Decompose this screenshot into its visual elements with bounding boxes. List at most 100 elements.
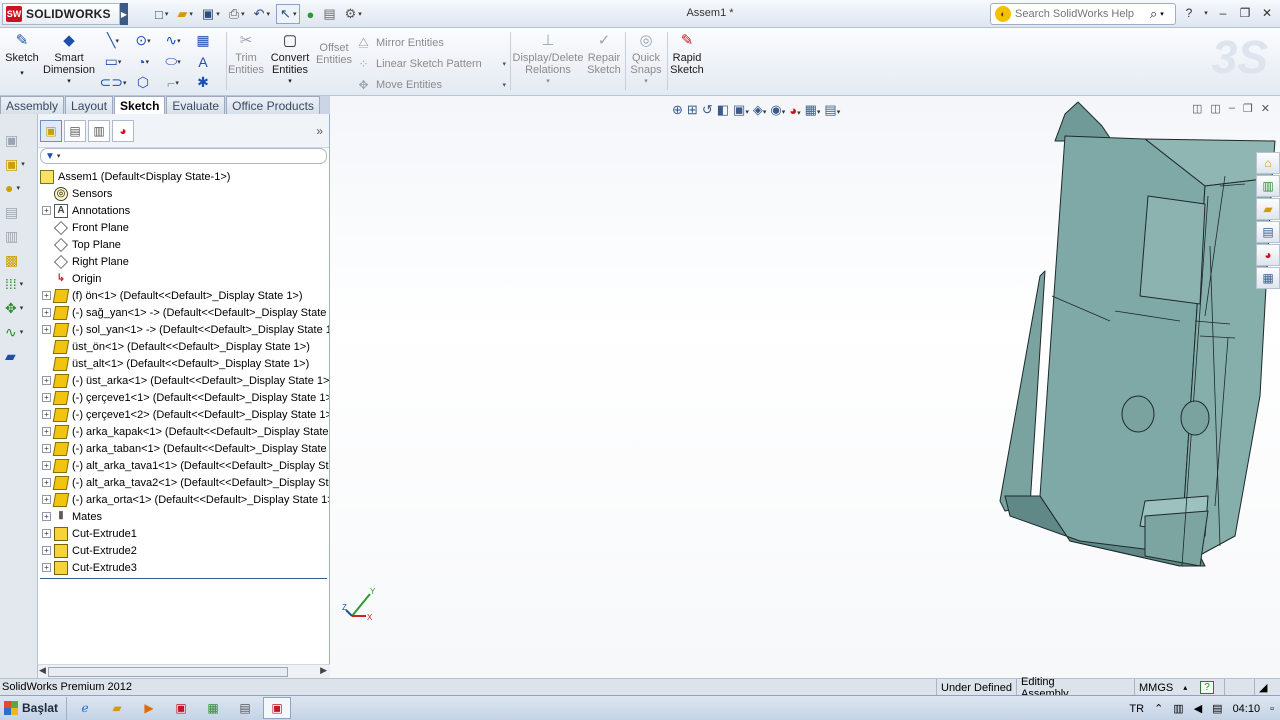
minimize-icon[interactable]: ‒ <box>1214 4 1232 22</box>
line-icon[interactable]: ╲ ▾ <box>98 30 128 51</box>
expand-plus-icon[interactable]: + <box>42 410 51 419</box>
display-delete-relations-button[interactable]: ⊥ Display/Delete Relations ▾ <box>513 30 584 88</box>
move-entities-button[interactable]: ✥ Move Entities ▾ <box>356 74 506 95</box>
open-folder-icon[interactable]: ▰ ▾ <box>174 4 196 24</box>
feature-filter[interactable]: ▼ ▾ <box>40 148 327 164</box>
search-dropdown-icon[interactable]: ▾ <box>1160 10 1164 18</box>
component-preview-icon[interactable]: ● ▾ <box>0 176 37 200</box>
arc-icon[interactable]: ◔ ▾ <box>128 51 158 72</box>
tab-office-products[interactable]: Office Products <box>226 96 320 114</box>
filter-dropdown-icon[interactable]: ▾ <box>57 152 61 160</box>
tree-root[interactable]: Assem1 (Default<Display State-1>) <box>38 168 329 185</box>
display-manager-tab-icon[interactable]: ◕ <box>112 119 134 142</box>
convert-dropdown-icon[interactable]: ▾ <box>288 76 292 88</box>
menu-expand-arrow-icon[interactable]: ▶ <box>120 3 128 25</box>
tab-assembly[interactable]: Assembly <box>0 96 65 114</box>
file-explorer-taskbar-icon[interactable]: ▰ <box>103 697 131 719</box>
tree-item[interactable]: + (-) arka_taban<1> (Default<<Default>_Di… <box>38 440 329 457</box>
solidworks-resources-icon[interactable]: ⌂ <box>1256 152 1280 174</box>
tree-item[interactable]: + ⦀ Mates <box>38 508 329 525</box>
tree-item[interactable]: Right Plane <box>38 253 329 270</box>
tree-item[interactable]: + (f) ön<1> (Default<<Default>_Display St… <box>38 287 329 304</box>
grid-snap-icon[interactable]: ▦ <box>188 30 218 51</box>
restore-icon[interactable]: ❐ <box>1236 4 1254 22</box>
reference-geometry-icon[interactable]: ∿ ▾ <box>0 320 37 344</box>
network-icon[interactable]: ▥ <box>1173 702 1183 715</box>
tree-item[interactable]: + (-) arka_orta<1> (Default<<Default>_Dis… <box>38 491 329 508</box>
tree-item[interactable]: Top Plane <box>38 236 329 253</box>
quick-snaps-dropdown-icon[interactable]: ▾ <box>644 76 648 88</box>
model-face[interactable] <box>1054 101 1113 142</box>
scroll-left-icon[interactable]: ◀ <box>39 665 46 676</box>
save-icon[interactable]: ▣ ▾ <box>199 4 223 24</box>
unit-system[interactable]: MMGS ▴ <box>1134 679 1192 696</box>
tree-item[interactable]: + Cut-Extrude3 <box>38 559 329 576</box>
model-hole[interactable] <box>1180 400 1210 436</box>
tree-item[interactable]: + (-) üst_arka<1> (Default<<Default>_Disp… <box>38 372 329 389</box>
tab-sketch[interactable]: Sketch <box>114 96 166 114</box>
design-library-icon[interactable]: ▥ <box>1256 175 1280 197</box>
insert-components-icon[interactable]: ▣ <box>0 128 37 152</box>
ellipse-icon[interactable]: ⬭ ▾ <box>158 51 188 72</box>
help-search-box[interactable]: ◐ ⌕ ▾ <box>990 3 1176 25</box>
expand-tabs-icon[interactable]: » <box>316 124 323 138</box>
tree-item[interactable]: üst_alt<1> (Default<<Default>_Display St… <box>38 355 329 372</box>
volume-icon[interactable]: ◀ <box>1194 702 1202 715</box>
tray-arrow-icon[interactable]: ⌃ <box>1154 702 1163 715</box>
linear-sketch-pattern-button[interactable]: ⁘ Linear Sketch Pattern ▾ <box>356 53 506 74</box>
spline-icon[interactable]: ∿ ▾ <box>158 30 188 51</box>
tree-item[interactable]: ↳ Origin <box>38 270 329 287</box>
tree-item[interactable]: + A Annotations <box>38 202 329 219</box>
tree-item[interactable]: + (-) çerçeve1<2> (Default<<Default>_Disp… <box>38 406 329 423</box>
tray-app-icon[interactable]: ▤ <box>1212 702 1222 715</box>
tree-item[interactable]: üst_ön<1> (Default<<Default>_Display Sta… <box>38 338 329 355</box>
mirror-entities-button[interactable]: ⧋ Mirror Entities <box>356 32 506 53</box>
print-icon[interactable]: ⎙ ▾ <box>226 4 248 24</box>
tree-item[interactable]: Front Plane <box>38 219 329 236</box>
view-palette-icon[interactable]: ▤ <box>1256 221 1280 243</box>
undo-icon[interactable]: ↶ ▾ <box>251 4 273 24</box>
linear-pattern-dropdown-icon[interactable]: ▾ <box>502 60 506 68</box>
text-icon[interactable]: A <box>188 51 218 72</box>
resize-grip-icon[interactable]: ◢ <box>1254 679 1280 696</box>
expand-plus-icon[interactable]: + <box>42 393 51 402</box>
solidworks-taskbar-icon[interactable]: ▣ <box>167 697 195 719</box>
expand-plus-icon[interactable]: + <box>42 291 51 300</box>
expand-plus-icon[interactable]: + <box>42 529 51 538</box>
expand-plus-icon[interactable]: + <box>42 546 51 555</box>
circle-icon[interactable]: ⊙ ▾ <box>128 30 158 51</box>
smart-dimension-button[interactable]: ◆ Smart Dimension ▾ <box>43 30 95 88</box>
smart-fasteners-icon[interactable]: ▥ <box>0 224 37 248</box>
expand-plus-icon[interactable]: + <box>42 478 51 487</box>
model-face[interactable] <box>1144 510 1209 567</box>
linear-component-pattern-icon[interactable]: ▤ <box>0 200 37 224</box>
new-motion-study-icon[interactable]: ▰ <box>0 344 37 368</box>
move-dropdown-icon[interactable]: ▾ <box>502 81 506 89</box>
quick-snaps-button[interactable]: ◎ Quick Snaps ▾ <box>628 30 664 88</box>
model-face[interactable] <box>1139 195 1206 305</box>
select-cursor-icon[interactable]: ↖ ▾ <box>276 4 301 24</box>
rectangle-icon[interactable]: ▭ ▾ <box>98 51 128 72</box>
assembly-3d-model[interactable] <box>660 96 1280 576</box>
tab-evaluate[interactable]: Evaluate <box>166 96 226 114</box>
excel-icon[interactable]: ▦ <box>199 697 227 719</box>
property-manager-tab-icon[interactable]: ▤ <box>64 119 86 142</box>
tree-item[interactable]: + Cut-Extrude1 <box>38 525 329 542</box>
fillet-icon[interactable]: ⌐ ▾ <box>158 72 188 93</box>
app-icon[interactable]: ▤ <box>231 697 259 719</box>
expand-plus-icon[interactable]: + <box>42 206 51 215</box>
rebuild-traffic-light-icon[interactable]: ● <box>303 4 317 24</box>
expand-plus-icon[interactable]: + <box>42 427 51 436</box>
show-desktop-icon[interactable]: ▫ <box>1270 703 1274 715</box>
tree-item[interactable]: + (-) alt_arka_tava1<1> (Default<<Default… <box>38 457 329 474</box>
expand-plus-icon[interactable]: + <box>42 495 51 504</box>
file-explorer-icon[interactable]: ▰ <box>1256 198 1280 220</box>
assembly-features-icon[interactable]: ✥ ▾ <box>0 296 37 320</box>
solidworks-active-window-icon[interactable]: ▣ <box>263 697 292 719</box>
custom-properties-icon[interactable]: ▦ <box>1256 267 1280 289</box>
sketch-button[interactable]: ✎ Sketch ▾ <box>4 30 40 80</box>
expand-plus-icon[interactable]: + <box>42 325 51 334</box>
help-status-cell[interactable]: ? <box>1196 679 1220 696</box>
file-properties-icon[interactable]: ▤ <box>320 4 338 24</box>
feature-tree-tab-icon[interactable]: ▣ <box>40 119 62 142</box>
